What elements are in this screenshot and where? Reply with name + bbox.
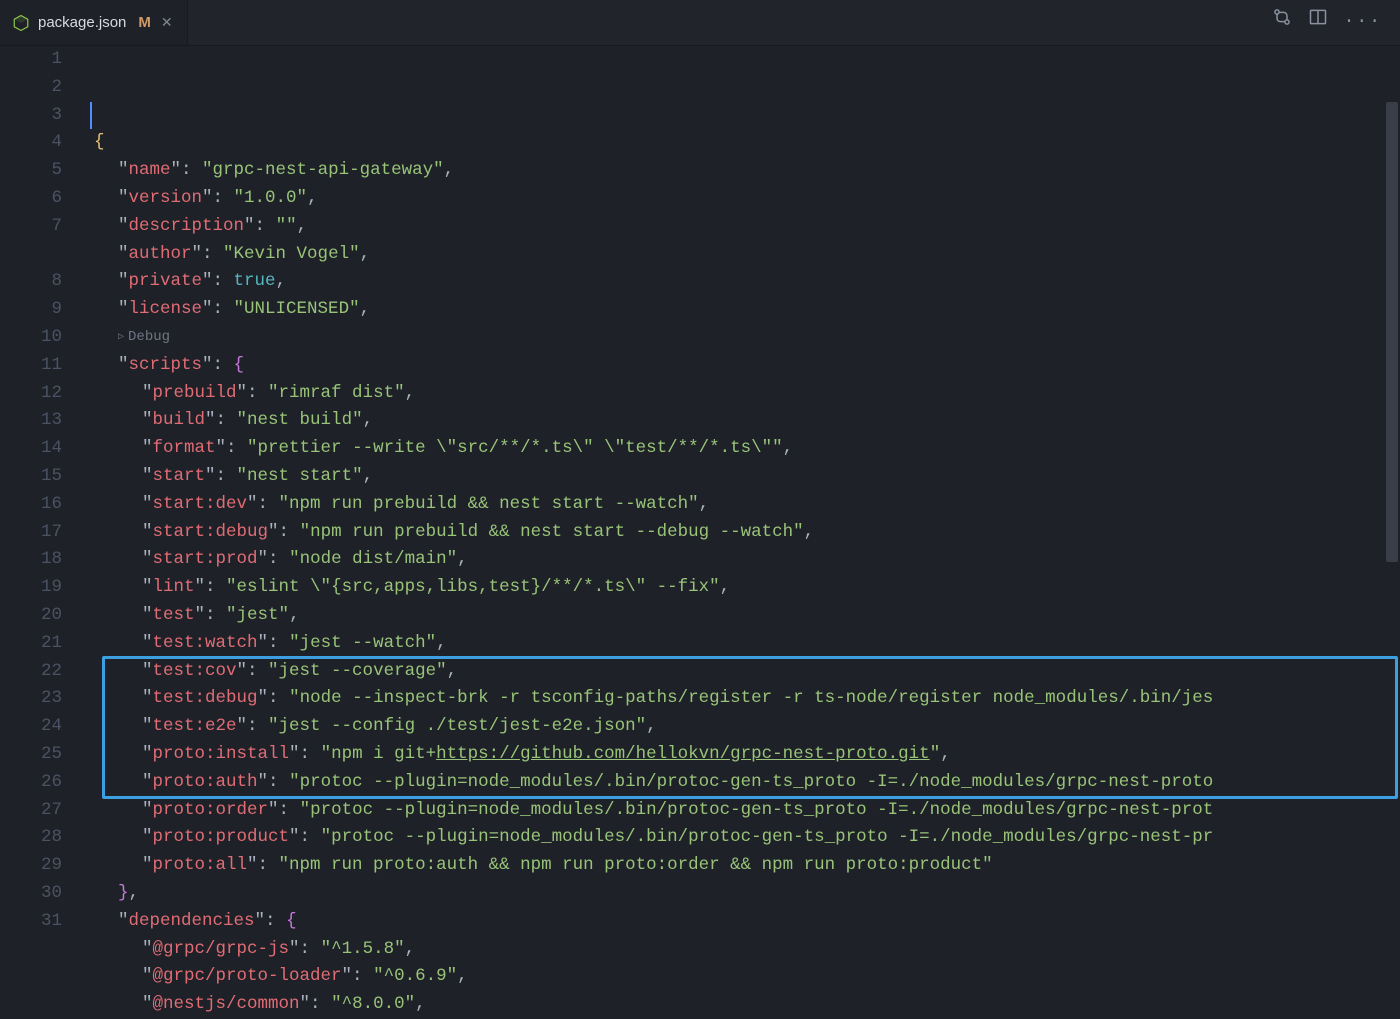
code-line[interactable]: "proto:order": "protoc --plugin=node_mod…	[90, 797, 1400, 825]
line-number: 12	[0, 380, 62, 408]
line-number-gutter: 1234567891011121314151617181920212223242…	[0, 46, 90, 1019]
tab-package-json[interactable]: package.json M ✕	[0, 0, 188, 45]
code-line[interactable]: "start:dev": "npm run prebuild && nest s…	[90, 491, 1400, 519]
line-number: 3	[0, 102, 62, 130]
tab-filename: package.json	[38, 9, 126, 37]
code-line[interactable]: "@grpc/proto-loader": "^0.6.9",	[90, 963, 1400, 991]
line-number: 31	[0, 908, 62, 936]
line-number: 17	[0, 519, 62, 547]
line-number: 11	[0, 352, 62, 380]
line-number: 19	[0, 574, 62, 602]
code-line[interactable]: "dependencies": {	[90, 908, 1400, 936]
code-line[interactable]: "description": "",	[90, 213, 1400, 241]
line-number: 15	[0, 463, 62, 491]
line-number: 1	[0, 46, 62, 74]
line-number: 26	[0, 769, 62, 797]
codelens-label: Debug	[128, 324, 170, 352]
nodejs-icon	[12, 14, 30, 32]
code-line[interactable]: "start:debug": "npm run prebuild && nest…	[90, 519, 1400, 547]
tab-bar: package.json M ✕ ···	[0, 0, 1400, 46]
line-number: 30	[0, 880, 62, 908]
compare-changes-icon[interactable]	[1272, 7, 1292, 38]
codelens-debug[interactable]: ▷Debug	[90, 324, 1400, 352]
line-number: 7	[0, 213, 62, 241]
code-line[interactable]: "lint": "eslint \"{src,apps,libs,test}/*…	[90, 574, 1400, 602]
code-line[interactable]: {	[90, 129, 1400, 157]
code-line[interactable]: "test:e2e": "jest --config ./test/jest-e…	[90, 713, 1400, 741]
code-line[interactable]: "proto:install": "npm i git+https://gith…	[90, 741, 1400, 769]
line-number: 2	[0, 74, 62, 102]
line-number: 24	[0, 713, 62, 741]
code-line[interactable]: "format": "prettier --write \"src/**/*.t…	[90, 435, 1400, 463]
line-number: 29	[0, 852, 62, 880]
code-line[interactable]: "@grpc/grpc-js": "^1.5.8",	[90, 936, 1400, 964]
code-line[interactable]: "start:prod": "node dist/main",	[90, 546, 1400, 574]
modified-indicator: M	[138, 9, 151, 37]
line-number: 25	[0, 741, 62, 769]
code-line[interactable]: "build": "nest build",	[90, 407, 1400, 435]
line-number: 23	[0, 685, 62, 713]
code-line[interactable]: "test:watch": "jest --watch",	[90, 630, 1400, 658]
code-line[interactable]: "version": "1.0.0",	[90, 185, 1400, 213]
line-number: 28	[0, 824, 62, 852]
code-line[interactable]: "proto:product": "protoc --plugin=node_m…	[90, 824, 1400, 852]
line-number: 4	[0, 129, 62, 157]
line-number: 10	[0, 324, 62, 352]
line-number: 14	[0, 435, 62, 463]
line-number: 20	[0, 602, 62, 630]
code-line[interactable]: "proto:all": "npm run proto:auth && npm …	[90, 852, 1400, 880]
line-number: 22	[0, 658, 62, 686]
line-number: 6	[0, 185, 62, 213]
line-number: 5	[0, 157, 62, 185]
code-line[interactable]: "scripts": {	[90, 352, 1400, 380]
code-content[interactable]: {"name": "grpc-nest-api-gateway","versio…	[90, 46, 1400, 1019]
tab-group: package.json M ✕	[0, 0, 188, 45]
play-icon: ▷	[118, 324, 124, 352]
code-line[interactable]: "proto:auth": "protoc --plugin=node_modu…	[90, 769, 1400, 797]
close-icon[interactable]: ✕	[159, 9, 175, 37]
line-number: 27	[0, 797, 62, 825]
code-line[interactable]: },	[90, 880, 1400, 908]
line-number: 9	[0, 296, 62, 324]
code-line[interactable]: "name": "grpc-nest-api-gateway",	[90, 157, 1400, 185]
line-number: 13	[0, 407, 62, 435]
line-number: 18	[0, 546, 62, 574]
tab-actions: ···	[1254, 0, 1400, 45]
code-line[interactable]: "test:debug": "node --inspect-brk -r tsc…	[90, 685, 1400, 713]
code-line[interactable]: "license": "UNLICENSED",	[90, 296, 1400, 324]
code-line[interactable]: "test": "jest",	[90, 602, 1400, 630]
code-line[interactable]: "private": true,	[90, 268, 1400, 296]
line-number: 21	[0, 630, 62, 658]
line-number: 8	[0, 268, 62, 296]
code-line[interactable]: "prebuild": "rimraf dist",	[90, 380, 1400, 408]
code-editor[interactable]: 1234567891011121314151617181920212223242…	[0, 46, 1400, 1019]
split-editor-icon[interactable]	[1308, 7, 1328, 38]
vertical-scrollbar[interactable]	[1386, 102, 1398, 562]
code-line[interactable]: "test:cov": "jest --coverage",	[90, 658, 1400, 686]
line-number: 16	[0, 491, 62, 519]
code-line[interactable]: "author": "Kevin Vogel",	[90, 241, 1400, 269]
code-line[interactable]: "start": "nest start",	[90, 463, 1400, 491]
code-line[interactable]: "@nestjs/common": "^8.0.0",	[90, 991, 1400, 1019]
more-actions-icon[interactable]: ···	[1344, 9, 1382, 37]
